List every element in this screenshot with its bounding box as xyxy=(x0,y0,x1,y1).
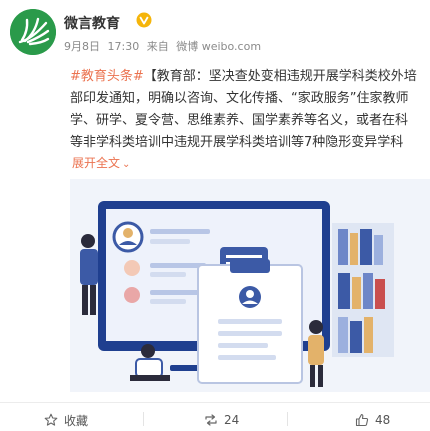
thumbs-up-icon xyxy=(355,413,369,427)
favorite-label: 收藏 xyxy=(64,413,89,428)
repost-count: 24 xyxy=(224,413,240,427)
repost-button[interactable]: 24 xyxy=(204,412,239,428)
footer-divider xyxy=(0,402,430,403)
post-time[interactable]: 17:30 xyxy=(108,40,140,53)
post-image[interactable] xyxy=(70,179,430,392)
verified-badge-icon xyxy=(136,12,152,28)
post-line-2: 部印发通知，明确以咨询、文化传播、“家政服务”住家教师 xyxy=(70,91,409,106)
account-avatar[interactable] xyxy=(10,9,56,55)
online-tutoring-illustration xyxy=(70,179,430,392)
star-icon xyxy=(44,413,58,426)
hashtag-link[interactable]: #教育头条# xyxy=(70,69,144,84)
post-source[interactable]: 微博 weibo.com xyxy=(176,40,261,53)
action-separator xyxy=(143,412,144,426)
post-line-1-text: 【教育部：坚决查处变相违规开展学科类校外培 xyxy=(143,69,417,84)
account-name[interactable]: 微言教育 xyxy=(64,13,120,33)
favorite-button[interactable]: 收藏 xyxy=(44,412,88,428)
repost-icon xyxy=(205,414,217,426)
avatar-logo-icon xyxy=(10,9,56,55)
post-text: #教育头条#【教育部：坚决查处变相违规开展学科类校外培 部印发通知，明确以咨询、… xyxy=(70,66,430,154)
action-separator xyxy=(287,412,288,426)
like-button[interactable]: 48 xyxy=(355,412,390,428)
expand-label: 展开全文 xyxy=(72,156,121,170)
post-line-1: #教育头条#【教育部：坚决查处变相违规开展学科类校外培 xyxy=(70,66,430,88)
weibo-post-card: 微言教育 9月8日 17:30 来自 微博 weibo.com #教育头条#【教… xyxy=(0,0,430,431)
post-line-3: 学、研学、夏令营、思维素养、国学素养等名义，或者在科 xyxy=(70,113,409,128)
post-date[interactable]: 9月8日 xyxy=(64,40,100,53)
clipboard-graphic xyxy=(197,259,303,384)
bookshelf-graphic xyxy=(332,223,394,357)
chevron-down-icon: ⌄ xyxy=(122,159,131,170)
post-meta: 9月8日 17:30 来自 微博 weibo.com xyxy=(64,38,265,54)
post-source-prefix: 来自 xyxy=(146,40,169,53)
expand-full-text-link[interactable]: 展开全文 ⌄ xyxy=(72,154,130,171)
post-line-4: 等非学科类培训中违规开展学科类培训等7种隐形变异学科 xyxy=(70,135,404,150)
like-count: 48 xyxy=(375,413,391,427)
